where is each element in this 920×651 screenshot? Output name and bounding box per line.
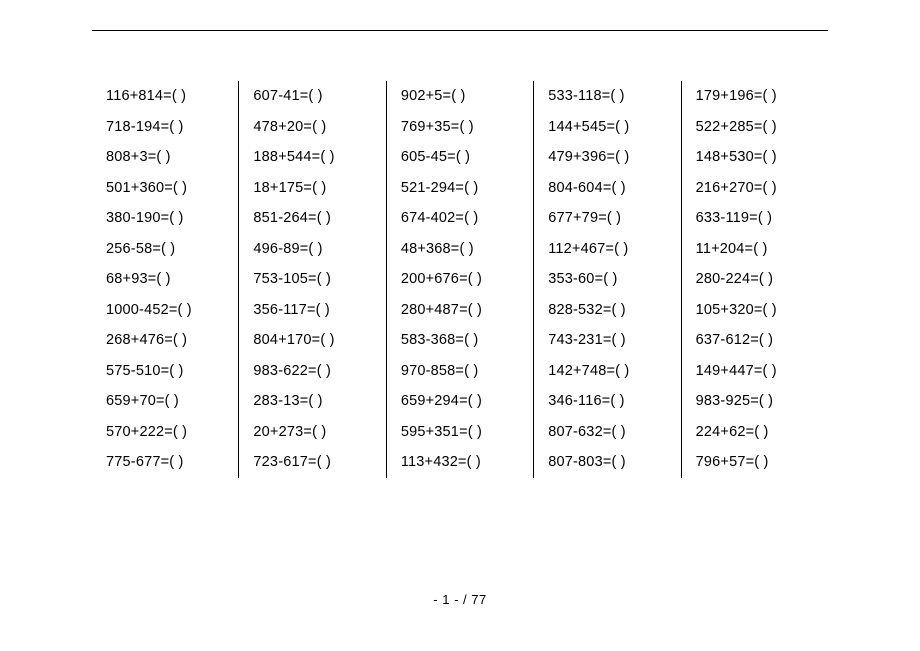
- top-rule: [92, 30, 828, 31]
- math-problem: 595+351=( ): [401, 417, 529, 448]
- math-problem: 280-224=( ): [696, 264, 824, 295]
- math-problem: 522+285=( ): [696, 112, 824, 143]
- math-problem: 983-622=( ): [253, 356, 381, 387]
- math-problem: 637-612=( ): [696, 325, 824, 356]
- math-problem: 723-617=( ): [253, 447, 381, 478]
- math-problem: 902+5=( ): [401, 81, 529, 112]
- math-problem: 804-604=( ): [548, 173, 676, 204]
- math-problem: 769+35=( ): [401, 112, 529, 143]
- column-2: 607-41=( ) 478+20=( ) 188+544=( ) 18+175…: [238, 81, 385, 478]
- math-problem: 570+222=( ): [106, 417, 234, 448]
- math-problem: 607-41=( ): [253, 81, 381, 112]
- math-problem: 479+396=( ): [548, 142, 676, 173]
- math-problem: 659+70=( ): [106, 386, 234, 417]
- column-4: 533-118=( ) 144+545=( ) 479+396=( ) 804-…: [533, 81, 680, 478]
- math-problem: 583-368=( ): [401, 325, 529, 356]
- math-problem: 380-190=( ): [106, 203, 234, 234]
- math-problem: 113+432=( ): [401, 447, 529, 478]
- column-1: 116+814=( ) 718-194=( ) 808+3=( ) 501+36…: [92, 81, 238, 478]
- math-problem: 807-632=( ): [548, 417, 676, 448]
- math-problem: 633-119=( ): [696, 203, 824, 234]
- math-problem: 575-510=( ): [106, 356, 234, 387]
- math-problem: 970-858=( ): [401, 356, 529, 387]
- math-problem: 224+62=( ): [696, 417, 824, 448]
- math-problem: 353-60=( ): [548, 264, 676, 295]
- math-problem: 200+676=( ): [401, 264, 529, 295]
- math-problem: 804+170=( ): [253, 325, 381, 356]
- math-problem: 1000-452=( ): [106, 295, 234, 326]
- column-5: 179+196=( ) 522+285=( ) 148+530=( ) 216+…: [681, 81, 828, 478]
- math-problem: 807-803=( ): [548, 447, 676, 478]
- math-problem: 68+93=( ): [106, 264, 234, 295]
- math-problem: 346-116=( ): [548, 386, 676, 417]
- math-problem: 496-89=( ): [253, 234, 381, 265]
- math-problem: 188+544=( ): [253, 142, 381, 173]
- math-problem: 659+294=( ): [401, 386, 529, 417]
- math-problem: 501+360=( ): [106, 173, 234, 204]
- math-problem: 116+814=( ): [106, 81, 234, 112]
- math-problem: 674-402=( ): [401, 203, 529, 234]
- column-3: 902+5=( ) 769+35=( ) 605-45=( ) 521-294=…: [386, 81, 533, 478]
- worksheet-page: 116+814=( ) 718-194=( ) 808+3=( ) 501+36…: [0, 0, 920, 478]
- math-problem: 533-118=( ): [548, 81, 676, 112]
- columns-container: 116+814=( ) 718-194=( ) 808+3=( ) 501+36…: [92, 81, 828, 478]
- math-problem: 718-194=( ): [106, 112, 234, 143]
- math-problem: 753-105=( ): [253, 264, 381, 295]
- math-problem: 149+447=( ): [696, 356, 824, 387]
- math-problem: 268+476=( ): [106, 325, 234, 356]
- math-problem: 283-13=( ): [253, 386, 381, 417]
- math-problem: 280+487=( ): [401, 295, 529, 326]
- math-problem: 605-45=( ): [401, 142, 529, 173]
- math-problem: 216+270=( ): [696, 173, 824, 204]
- math-problem: 478+20=( ): [253, 112, 381, 143]
- math-problem: 983-925=( ): [696, 386, 824, 417]
- math-problem: 743-231=( ): [548, 325, 676, 356]
- math-problem: 851-264=( ): [253, 203, 381, 234]
- math-problem: 256-58=( ): [106, 234, 234, 265]
- page-footer: - 1 - / 77: [0, 592, 920, 607]
- math-problem: 521-294=( ): [401, 173, 529, 204]
- math-problem: 148+530=( ): [696, 142, 824, 173]
- math-problem: 142+748=( ): [548, 356, 676, 387]
- math-problem: 48+368=( ): [401, 234, 529, 265]
- math-problem: 828-532=( ): [548, 295, 676, 326]
- math-problem: 18+175=( ): [253, 173, 381, 204]
- math-problem: 356-117=( ): [253, 295, 381, 326]
- math-problem: 112+467=( ): [548, 234, 676, 265]
- math-problem: 796+57=( ): [696, 447, 824, 478]
- math-problem: 11+204=( ): [696, 234, 824, 265]
- math-problem: 105+320=( ): [696, 295, 824, 326]
- math-problem: 144+545=( ): [548, 112, 676, 143]
- math-problem: 20+273=( ): [253, 417, 381, 448]
- math-problem: 775-677=( ): [106, 447, 234, 478]
- math-problem: 677+79=( ): [548, 203, 676, 234]
- math-problem: 179+196=( ): [696, 81, 824, 112]
- math-problem: 808+3=( ): [106, 142, 234, 173]
